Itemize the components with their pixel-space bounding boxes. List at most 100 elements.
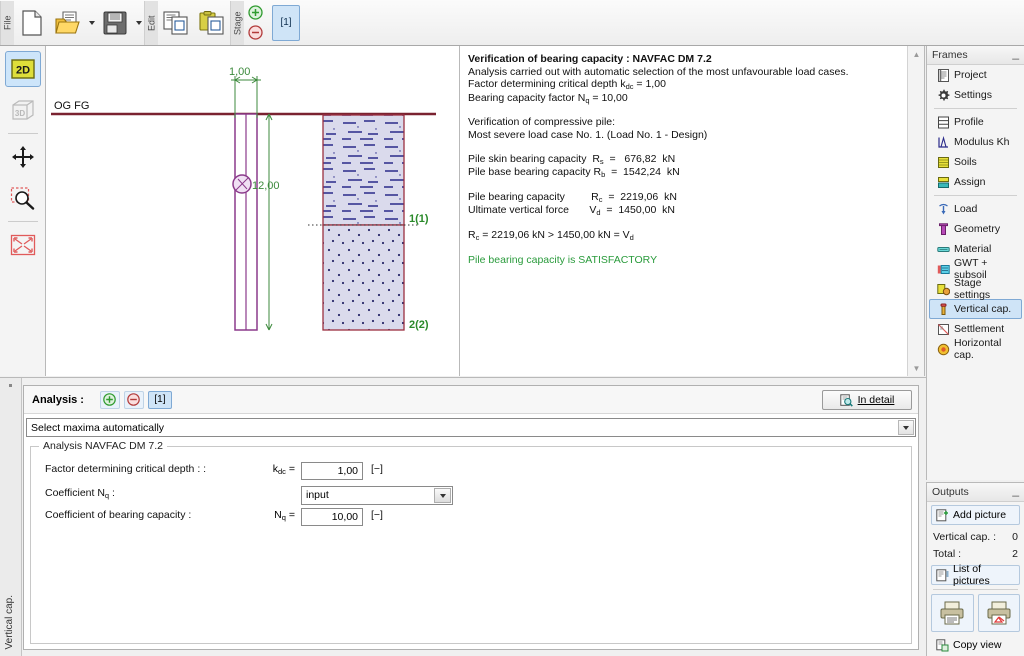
sidebar-item-load-label: Load [954,203,978,215]
save-file-dropdown-caret[interactable] [133,3,144,43]
open-file-dropdown-caret[interactable] [86,3,97,43]
in-detail-label: In detail [857,394,895,406]
print-picture-button[interactable] [977,594,1020,632]
geometry-pile-icon [936,222,950,236]
report-comparison: Rc = 2219,06 kN > 1450,00 kN = Vd [468,228,634,242]
view-2d-button[interactable]: 2D [4,51,41,87]
kdc-input[interactable]: 1,00 [301,462,363,480]
stage-settings-icon [936,282,950,296]
in-detail-button[interactable]: In detail [822,390,912,410]
sidebar-item-project[interactable]: Project [929,65,1022,85]
frames-panel-title: Frames [932,49,968,61]
nq-coefficient-dropdown[interactable]: input [301,486,453,505]
ground-level-label: OG FG [54,100,89,112]
report-spacer [468,142,899,153]
new-document-button[interactable] [15,3,49,43]
sidebar-item-geometry[interactable]: Geometry [929,219,1022,239]
remove-analysis-button[interactable] [123,390,144,409]
sidebar-item-stage-settings[interactable]: Stage settings [929,277,1022,301]
list-of-pictures-button[interactable]: List of pictures [931,563,1020,587]
paste-button[interactable] [195,3,229,43]
report-row-rs: Pile skin bearing capacity Rs = 676,82 k… [468,152,676,166]
nq-symbol: Nq = [274,509,295,522]
report-row-vd: Ultimate vertical force Vd = 1450,00 kN [468,204,675,218]
nq-input[interactable]: 10,00 [301,508,363,526]
kdc-symbol: kdc = [272,463,295,476]
report-load-case: Most severe load case No. 1. (Load No. 1… [468,128,708,141]
sidebar-item-horizontal-cap[interactable]: Horizontal cap. [929,337,1022,361]
nq-coefficient-label: Coefficient Nq : [45,487,115,500]
report-line-kdc: Factor determining critical depth kdc = … [468,78,666,92]
add-picture-icon [935,508,949,522]
sidebar-item-assign[interactable]: Assign [929,172,1022,192]
stage-number-button[interactable]: [1] [272,4,300,41]
sidebar-item-modulus-kh[interactable]: Modulus Kh [929,132,1022,152]
frames-minimize-button[interactable]: _ [1012,47,1019,61]
scroll-down-arrow[interactable]: ▼ [908,360,924,376]
sidebar-item-material[interactable]: Material [929,239,1022,259]
drawing-canvas[interactable]: OG FG 1,00 12,00 1(1) 2(2) [46,46,460,376]
outputs-count-total: Total : 2 [933,545,1018,562]
list-of-pictures-icon [935,568,949,582]
move-arrows-icon [11,146,34,168]
zoom-all-button[interactable] [5,227,41,263]
pan-tool-button[interactable] [5,139,41,175]
outputs-count-total-label: Total : [933,547,962,560]
verification-report: Verification of bearing capacity : NAVFA… [460,46,907,376]
zoom-region-icon [10,187,34,210]
material-bar-icon [936,242,950,256]
report-line-analysis: Analysis carried out with automatic sele… [468,65,849,78]
pile-depth-dimension: 12,00 [252,180,280,192]
maxima-selection-dropdown[interactable]: Select maxima automatically [26,418,916,437]
kdc-unit: [−] [371,463,383,475]
sidebar-item-soils-label: Soils [954,156,977,168]
sidebar-item-profile[interactable]: Profile [929,112,1022,132]
sidebar-item-assign-label: Assign [954,176,986,188]
analysis-label: Analysis : [32,393,84,406]
sidebar-item-load[interactable]: Load [929,199,1022,219]
outputs-panel: Outputs _ Add picture Vertical cap. : 0 … [926,482,1024,656]
sidebar-item-settlement[interactable]: Settlement [929,319,1022,339]
sidebar-item-settlement-label: Settlement [954,323,1005,335]
toolbar-group-stage-label: Stage [230,0,244,45]
copy-view-button[interactable]: Copy view [931,635,1020,655]
add-analysis-button[interactable] [99,390,120,409]
zoom-window-button[interactable] [5,180,41,216]
sidebar-item-settings[interactable]: Settings [929,85,1022,105]
outputs-count-total-value: 2 [1012,547,1018,560]
add-picture-button[interactable]: Add picture [931,505,1020,525]
results-pane: Verification of bearing capacity : NAVFA… [460,46,925,376]
add-stage-button[interactable] [244,3,266,23]
soil-layer-2 [322,224,405,331]
sidebar-item-vertical-cap[interactable]: Vertical cap. [929,299,1022,319]
analysis-number-button[interactable]: [1] [147,390,172,409]
outputs-panel-title: Outputs [932,486,969,498]
outputs-count-vertical-cap-label: Vertical cap. : [933,530,997,543]
minus-circle-icon [127,393,141,406]
view-3d-button[interactable]: 3D [5,92,41,128]
chevron-down-icon [898,420,914,435]
paste-icon [199,10,224,35]
remove-stage-button[interactable] [244,23,266,43]
copy-view-icon [935,638,949,652]
sidebar-item-soils[interactable]: Soils [929,152,1022,172]
sidebar-item-gwt-subsoil[interactable]: GWT + subsoil [929,257,1022,281]
add-picture-label: Add picture [953,509,1007,521]
2d-icon: 2D [10,59,35,79]
gear-icon [936,88,950,102]
toolbar-divider [7,133,38,134]
save-file-button[interactable] [98,3,132,43]
scroll-up-arrow[interactable]: ▲ [908,46,924,62]
outputs-divider [933,589,1018,590]
print-document-button[interactable] [931,594,974,632]
copy-button[interactable] [159,3,193,43]
bottom-panel: Vertical cap. Analysis : [1] In detail S… [0,377,926,656]
report-spacer [468,218,899,229]
plus-circle-icon [247,5,263,20]
results-scrollbar[interactable]: ▲ ▼ [907,46,924,376]
open-file-button[interactable] [51,3,85,43]
vertical-cap-tab[interactable]: Vertical cap. [0,378,22,656]
outputs-minimize-button[interactable]: _ [1012,484,1019,498]
frames-divider [934,195,1017,196]
